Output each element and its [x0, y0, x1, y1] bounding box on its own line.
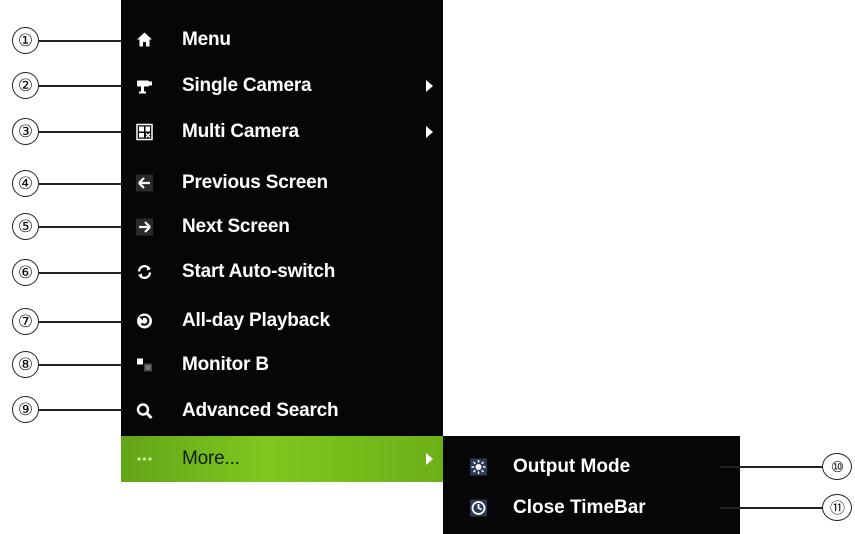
output-mode-icon	[470, 458, 487, 476]
callout-6: ⑥	[12, 259, 39, 286]
playback-icon	[136, 313, 153, 330]
leader-line-11	[720, 507, 823, 509]
submenu-item-label: Close TimeBar	[513, 497, 646, 518]
menu-item-label: Next Screen	[182, 216, 290, 237]
submenu-arrow-icon	[426, 80, 433, 92]
callout-2: ②	[12, 72, 39, 99]
menu-item-monitor-b[interactable]: Monitor B	[121, 342, 443, 388]
menu-item-label: Menu	[182, 29, 231, 50]
submenu-arrow-icon	[426, 126, 433, 138]
more-submenu: Output Mode Close TimeBar	[443, 436, 740, 534]
home-icon	[136, 32, 153, 49]
menu-item-label: Single Camera	[182, 75, 312, 96]
menu-item-label: Multi Camera	[182, 121, 299, 142]
arrow-right-icon	[136, 218, 153, 236]
leader-line-10	[720, 466, 823, 468]
callout-9: ⑨	[12, 396, 39, 423]
submenu-item-close-timebar[interactable]: Close TimeBar	[443, 485, 740, 531]
menu-item-all-day-playback[interactable]: All-day Playback	[121, 298, 443, 344]
refresh-icon	[136, 264, 153, 281]
submenu-item-label: Output Mode	[513, 456, 631, 477]
callout-5: ⑤	[12, 213, 39, 240]
camera-icon	[136, 78, 153, 95]
menu-item-menu[interactable]: Menu	[121, 17, 443, 63]
context-menu: Menu Single Camera Multi Camera Previous…	[121, 0, 443, 482]
menu-item-label: Previous Screen	[182, 172, 328, 193]
search-icon	[136, 403, 153, 420]
callout-3: ③	[12, 118, 39, 145]
monitor-icon	[136, 357, 153, 374]
menu-item-multi-camera[interactable]: Multi Camera	[121, 109, 443, 155]
menu-item-label: All-day Playback	[182, 310, 330, 331]
submenu-arrow-icon	[426, 453, 433, 465]
callout-7: ⑦	[12, 308, 39, 335]
callout-10: ⑩	[822, 453, 852, 480]
menu-item-advanced-search[interactable]: Advanced Search	[121, 388, 443, 434]
menu-item-label: Advanced Search	[182, 400, 339, 421]
submenu-item-output-mode[interactable]: Output Mode	[443, 444, 740, 490]
menu-item-label: Monitor B	[182, 354, 269, 375]
menu-item-label: Start Auto-switch	[182, 261, 336, 282]
menu-item-label: More...	[182, 448, 240, 469]
multi-camera-icon	[136, 123, 153, 141]
callout-4: ④	[12, 170, 39, 197]
menu-item-previous-screen[interactable]: Previous Screen	[121, 160, 443, 206]
menu-item-start-auto-switch[interactable]: Start Auto-switch	[121, 249, 443, 295]
menu-item-single-camera[interactable]: Single Camera	[121, 63, 443, 109]
callout-8: ⑧	[12, 351, 39, 378]
menu-item-more[interactable]: More...	[121, 436, 443, 482]
callout-1: ①	[12, 27, 39, 54]
arrow-left-icon	[136, 174, 153, 192]
menu-item-next-screen[interactable]: Next Screen	[121, 204, 443, 250]
callout-11: ⑪	[822, 494, 852, 521]
clock-icon	[470, 499, 487, 517]
more-icon	[136, 451, 153, 468]
